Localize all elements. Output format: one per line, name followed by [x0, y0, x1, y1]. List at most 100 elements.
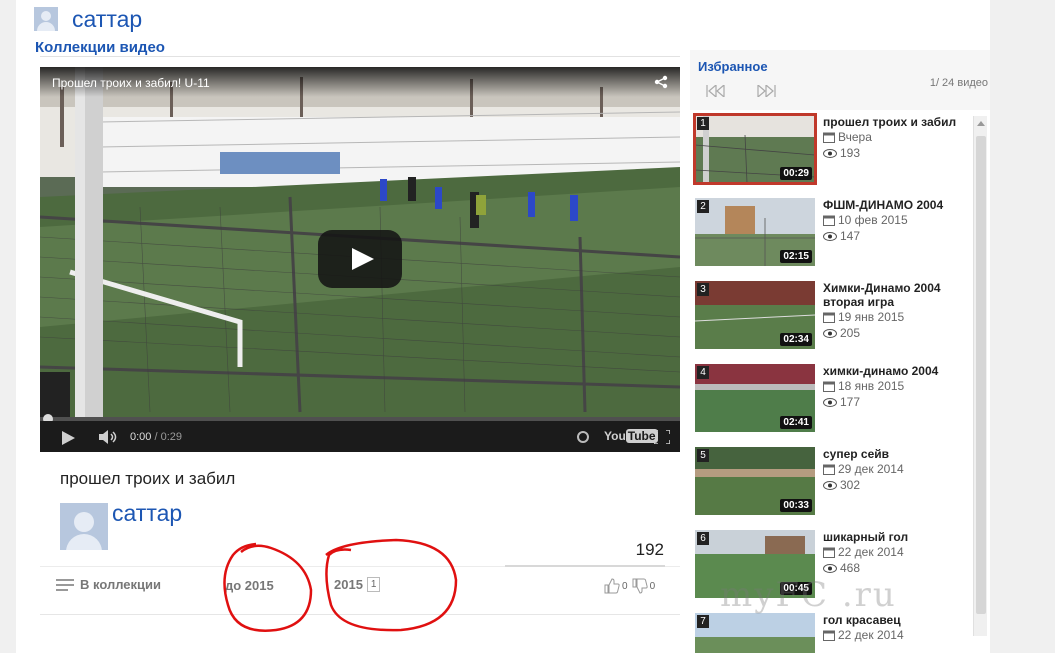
item-duration: 00:33 — [780, 499, 812, 512]
rating: 0 0 — [604, 578, 659, 594]
item-views: 147 — [823, 229, 860, 243]
item-title[interactable]: химки-динамо 2004 — [823, 364, 958, 378]
item-date-text: 22 дек 2014 — [838, 628, 904, 642]
item-date: 22 дек 2014 — [823, 545, 904, 559]
fullscreen-icon[interactable] — [654, 430, 670, 444]
author-name-link[interactable]: саттар — [112, 500, 182, 527]
tag-2015-label: 2015 — [334, 577, 363, 592]
item-title[interactable]: гол красавец — [823, 613, 958, 627]
share-icon[interactable] — [654, 75, 668, 89]
divider — [40, 56, 680, 57]
item-views-text: 468 — [840, 561, 861, 575]
item-views: 468 — [823, 561, 860, 575]
video-thumbnail[interactable]: 7 — [695, 613, 815, 653]
view-count: 192 — [635, 540, 664, 559]
item-number: 7 — [697, 615, 709, 628]
divider — [40, 614, 680, 615]
item-title[interactable]: прошел троих и забил — [823, 115, 958, 129]
item-date-text: 10 фев 2015 — [838, 213, 908, 227]
item-date: 10 фев 2015 — [823, 213, 908, 227]
calendar-icon — [823, 312, 835, 323]
item-date-text: 18 янв 2015 — [838, 379, 905, 393]
eye-icon — [823, 328, 837, 338]
calendar-icon — [823, 464, 835, 475]
item-views-text: 205 — [840, 326, 861, 340]
big-play-button[interactable] — [318, 230, 402, 288]
item-views: 205 — [823, 326, 860, 340]
play-icon[interactable] — [62, 431, 75, 445]
item-date: 22 дек 2014 — [823, 628, 904, 642]
next-icon[interactable] — [754, 85, 776, 97]
playlist-item[interactable]: 4 02:41 химки-динамо 2004 18 янв 2015 17… — [695, 364, 965, 436]
scrollbar-thumb[interactable] — [976, 136, 986, 614]
thumbs-down-icon[interactable] — [632, 578, 648, 594]
youtube-logo[interactable]: You Tube — [604, 429, 658, 443]
user-avatar-icon[interactable] — [34, 7, 58, 31]
dislike-count: 0 — [649, 580, 656, 592]
item-title[interactable]: ФШМ-ДИНАМО 2004 — [823, 198, 958, 212]
time-display: 0:00 / 0:29 — [130, 431, 182, 443]
calendar-icon — [823, 215, 835, 226]
playlist-item[interactable]: 3 02:34 Химки-Динамо 2004 вторая игра 19… — [695, 281, 965, 353]
item-views-text: 193 — [840, 146, 861, 160]
tag-2015[interactable]: 2015 1 — [334, 577, 381, 592]
playlist-item[interactable]: 1 00:29 прошел троих и забил Вчера 193 — [693, 113, 965, 187]
user-name-link[interactable]: саттар — [72, 6, 142, 33]
item-number: 3 — [697, 283, 709, 296]
watch-later-icon[interactable] — [577, 431, 589, 443]
video-thumbnail[interactable]: 1 00:29 — [693, 113, 817, 185]
item-number: 6 — [697, 532, 709, 545]
eye-icon — [823, 148, 837, 158]
item-date: 29 дек 2014 — [823, 462, 904, 476]
tag-before-2015[interactable]: до 2015 — [225, 578, 274, 593]
views-bar — [505, 565, 665, 567]
playlist-title-link[interactable]: Избранное — [698, 59, 768, 74]
item-number: 5 — [697, 449, 709, 462]
volume-icon[interactable] — [99, 430, 119, 444]
item-duration: 02:41 — [780, 416, 812, 429]
in-collections-label: В коллекции — [80, 577, 162, 592]
video-thumbnail[interactable]: 3 02:34 — [695, 281, 815, 349]
author-avatar-icon[interactable] — [60, 503, 108, 550]
item-title[interactable]: супер сейв — [823, 447, 958, 461]
playlist-item[interactable]: 5 00:33 супер сейв 29 дек 2014 302 — [695, 447, 965, 519]
page: саттар Коллекции видео Прошел троих и за… — [16, 0, 990, 653]
item-views-text: 177 — [840, 395, 861, 409]
time-current: 0:00 — [130, 431, 152, 443]
item-number: 2 — [697, 200, 709, 213]
item-title[interactable]: Химки-Динамо 2004 вторая игра — [823, 281, 958, 309]
video-player[interactable]: Прошел троих и забил! U-11 0:00 / 0:29 Y… — [40, 67, 680, 452]
item-duration: 02:34 — [780, 333, 812, 346]
scroll-up-icon[interactable] — [977, 121, 985, 126]
eye-icon — [823, 480, 837, 490]
item-title[interactable]: шикарный гол — [823, 530, 958, 544]
player-titlebar: Прошел троих и забил! U-11 — [40, 67, 680, 97]
playlist-item[interactable]: 7 гол красавец 22 дек 2014 — [695, 613, 965, 653]
video-title: прошел троих и забил — [60, 469, 236, 488]
eye-icon — [823, 397, 837, 407]
youtube-logo-you: You — [604, 429, 626, 443]
playlist-item[interactable]: 2 02:15 ФШМ-ДИНАМО 2004 10 фев 2015 147 — [695, 198, 965, 270]
eye-icon — [823, 231, 837, 241]
playlist-items: 1 00:29 прошел троих и забил Вчера 193 2… — [690, 110, 990, 653]
item-date: 18 янв 2015 — [823, 379, 904, 393]
calendar-icon — [823, 381, 835, 392]
time-separator: / — [151, 431, 161, 443]
player-video-title[interactable]: Прошел троих и забил! U-11 — [52, 76, 210, 90]
playlist-counter: 1/ 24 видео — [929, 77, 988, 89]
previous-icon[interactable] — [706, 85, 728, 97]
item-date-text: 19 янв 2015 — [838, 310, 905, 324]
thumbs-up-icon[interactable] — [604, 578, 620, 594]
item-date-text: Вчера — [838, 130, 872, 144]
collections-title-link[interactable]: Коллекции видео — [35, 39, 165, 56]
video-thumbnail[interactable]: 2 02:15 — [695, 198, 815, 266]
item-views: 302 — [823, 478, 860, 492]
in-collections[interactable]: В коллекции — [56, 577, 161, 592]
item-views-text: 302 — [840, 478, 861, 492]
item-number: 4 — [697, 366, 709, 379]
item-views-text: 147 — [840, 229, 861, 243]
playlist-scrollbar[interactable] — [973, 116, 987, 636]
video-thumbnail[interactable]: 5 00:33 — [695, 447, 815, 515]
time-total: 0:29 — [160, 431, 183, 443]
video-thumbnail[interactable]: 4 02:41 — [695, 364, 815, 432]
